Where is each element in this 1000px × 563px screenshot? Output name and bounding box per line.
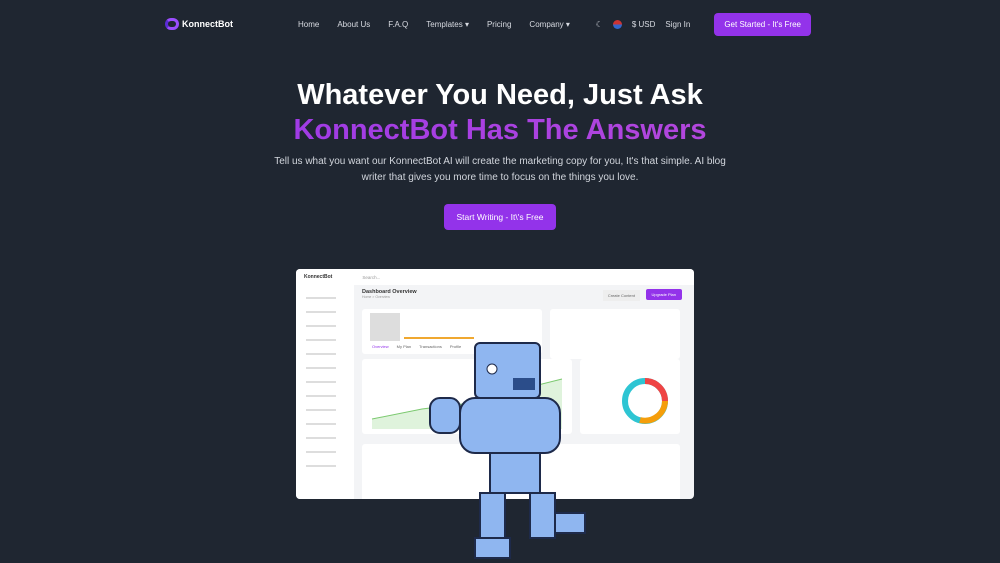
hero-title: Whatever You Need, Just Ask KonnectBot Ha… [0, 78, 1000, 148]
nav-templates[interactable]: Templates ▾ [426, 20, 469, 29]
currency-select[interactable]: $ USD [632, 20, 656, 29]
sign-in-link[interactable]: Sign In [665, 20, 690, 29]
brand-name: KonnectBot [182, 19, 233, 29]
hero-line-2: KonnectBot Has The Answers [0, 113, 1000, 148]
dash-create: Create Content [602, 290, 640, 301]
nav-faq[interactable]: F.A.Q [388, 20, 408, 29]
nav-about[interactable]: About Us [337, 20, 370, 29]
robot-illustration [429, 342, 586, 559]
start-writing-button[interactable]: Start Writing - It\'s Free [444, 204, 556, 230]
nav-pricing[interactable]: Pricing [487, 20, 511, 29]
dash-brand: KonnectBot [304, 274, 333, 280]
dash-search: Search... [362, 274, 381, 280]
dash-upgrade: Upgrade Plan [645, 289, 682, 300]
hero-line-1: Whatever You Need, Just Ask [297, 79, 703, 111]
flag-icon[interactable] [612, 19, 622, 29]
nav-company[interactable]: Company ▾ [529, 20, 569, 29]
nav-home[interactable]: Home [298, 20, 319, 29]
moon-icon[interactable]: ☾ [596, 20, 603, 29]
hero-subtitle: Tell us what you want our KonnectBot AI … [0, 154, 1000, 186]
subtitle-line-1: Tell us what you want our KonnectBot AI … [274, 156, 726, 167]
get-started-button[interactable]: Get Started - It's Free [714, 12, 811, 36]
logo[interactable]: KonnectBot [165, 18, 233, 30]
dash-tab: Overview [372, 344, 389, 349]
dash-tab: My Plan [396, 344, 412, 349]
subtitle-line-2: writer that gives you more time to focus… [361, 172, 639, 183]
logo-icon [165, 18, 179, 30]
dash-sidebar [296, 285, 354, 499]
top-nav: KonnectBot Home About Us F.A.Q Templates… [165, 12, 811, 36]
